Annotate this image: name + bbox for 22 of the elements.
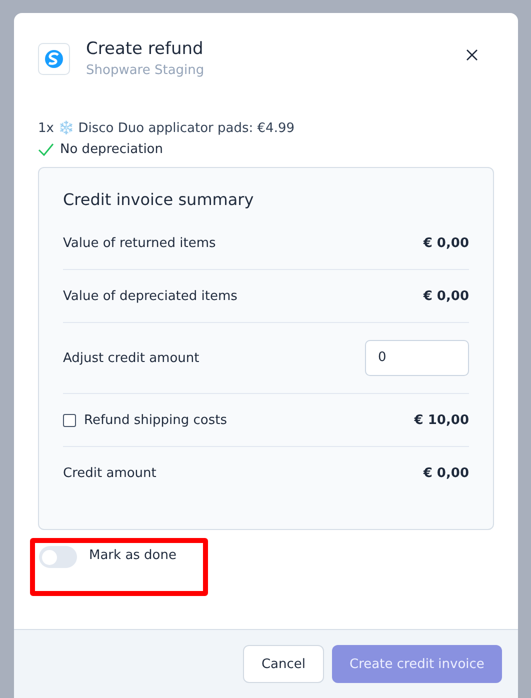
toggle-label: Mark as done (89, 548, 177, 563)
close-icon[interactable] (466, 49, 478, 61)
app-logo (38, 43, 70, 75)
row-value: € 0,00 (423, 466, 469, 480)
row-value: € 10,00 (414, 412, 469, 428)
depreciation-text: No depreciation (60, 142, 163, 157)
item-line: 1x ❄ Disco Duo applicator pads: €4.99 (38, 120, 296, 136)
checkbox[interactable] (63, 414, 76, 426)
row-value: € 0,00 (423, 288, 469, 304)
row-label: Credit amount (63, 466, 156, 480)
summary-title: Credit invoice summary (63, 190, 255, 209)
dialog-title: Create refund (86, 38, 204, 60)
cancel-button[interactable]: Cancel (243, 645, 324, 683)
row-label: Value of returned items (63, 236, 216, 250)
amount-field[interactable]: 0 (365, 340, 469, 376)
check-icon (38, 142, 54, 156)
row-value: € 0,00 (423, 236, 469, 250)
dialog-subtitle: Shopware Staging (86, 63, 206, 78)
toggle-switch[interactable] (39, 546, 77, 568)
row-label: Refund shipping costs (84, 412, 227, 428)
row-label: Adjust credit amount (63, 350, 200, 366)
row-label: Value of depreciated items (63, 288, 238, 304)
